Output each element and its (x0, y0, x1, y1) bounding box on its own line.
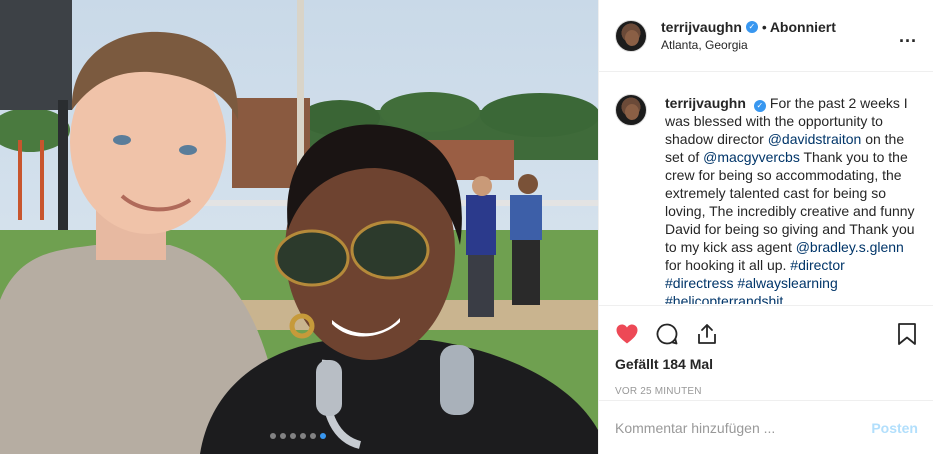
mention-link[interactable]: @macgyvercbs (703, 149, 800, 165)
mention-link[interactable]: @bradley.s.glenn (796, 239, 904, 255)
location-link[interactable]: Atlanta, Georgia (661, 38, 836, 52)
verified-badge-icon: ✓ (745, 21, 758, 33)
header-row: terrijvaughn ✓ • Abonniert (661, 19, 836, 35)
heart-icon[interactable] (615, 314, 655, 354)
post-timestamp[interactable]: VOR 25 MINUTEN (615, 386, 918, 397)
verified-badge-icon: ✓ (753, 100, 766, 112)
hashtag-link[interactable]: #helicopterrandshit (665, 293, 783, 304)
hashtag-link[interactable]: #director (790, 257, 844, 273)
carousel-dot (300, 433, 306, 439)
mention-link[interactable]: @davidstraiton (768, 131, 862, 147)
comment-bar: Posten (599, 400, 933, 454)
post-comment-button[interactable]: Posten (871, 420, 918, 436)
post-actions: Gefällt 184 Mal VOR 25 MINUTEN (599, 305, 933, 397)
likes-count[interactable]: Gefällt 184 Mal (615, 356, 918, 372)
separator: • (761, 19, 767, 35)
follow-status-button[interactable]: Abonniert (770, 19, 836, 35)
post-header: terrijvaughn ✓ • Abonniert Atlanta, Geor… (599, 0, 933, 72)
carousel-dot (270, 433, 276, 439)
caption-avatar[interactable] (615, 94, 647, 126)
carousel-indicator (270, 433, 326, 439)
carousel-dot (280, 433, 286, 439)
instagram-post: terrijvaughn ✓ • Abonniert Atlanta, Geor… (0, 0, 933, 454)
share-icon[interactable] (695, 314, 735, 354)
header-text: terrijvaughn ✓ • Abonniert Atlanta, Geor… (661, 19, 836, 52)
hashtag-link[interactable]: #directress (665, 275, 733, 291)
post-photo[interactable] (0, 0, 598, 454)
comment-icon[interactable] (655, 314, 695, 354)
bookmark-icon[interactable] (878, 314, 918, 354)
more-options-icon[interactable]: ... (899, 26, 917, 47)
hashtag-link[interactable]: #alwayslearning (737, 275, 837, 291)
carousel-dot (310, 433, 316, 439)
caption-area: terrijvaughn ✓ For the past 2 weeks I was … (599, 72, 933, 304)
selfie-photo-illustration (0, 0, 598, 454)
caption-text-part: for hooking it all up. (665, 257, 791, 273)
caption-text: terrijvaughn ✓ For the past 2 weeks I was … (665, 94, 917, 304)
action-icons (615, 314, 918, 354)
carousel-dot-active (320, 433, 326, 439)
comment-input[interactable] (615, 419, 872, 436)
avatar[interactable] (615, 19, 647, 52)
carousel-dot (290, 433, 296, 439)
caption-username-link[interactable]: terrijvaughn (665, 95, 746, 111)
post-side-panel: terrijvaughn ✓ • Abonniert Atlanta, Geor… (598, 0, 933, 454)
username-link[interactable]: terrijvaughn (661, 19, 742, 35)
